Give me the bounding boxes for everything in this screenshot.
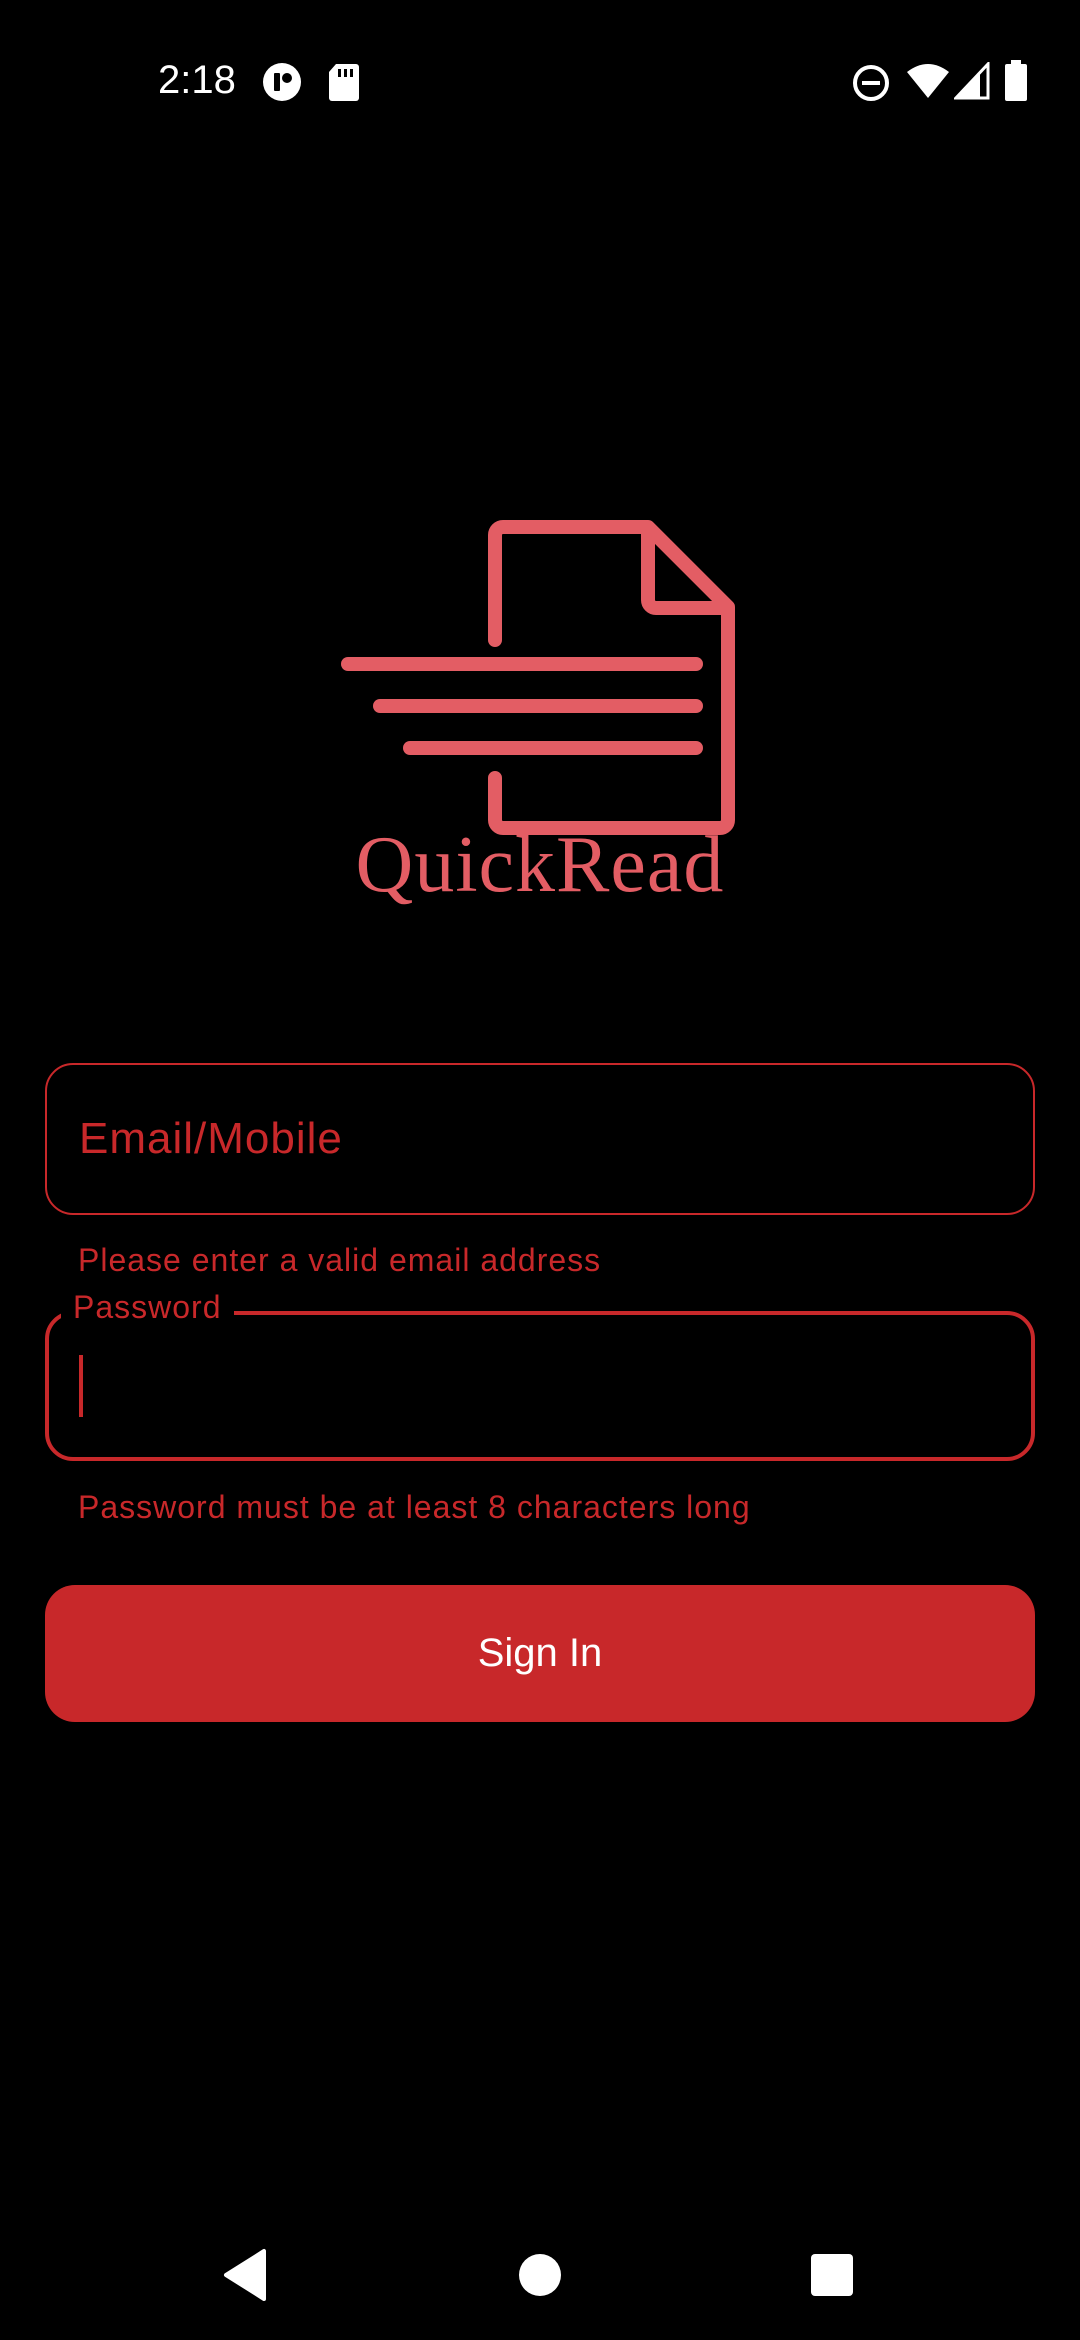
notification-app-icon bbox=[262, 62, 302, 107]
logo-text: QuickRead bbox=[355, 821, 725, 909]
back-icon bbox=[224, 2249, 266, 2301]
email-field[interactable]: Email/Mobile bbox=[45, 1063, 1035, 1215]
email-placeholder: Email/Mobile bbox=[79, 1114, 343, 1163]
recents-icon bbox=[811, 2254, 853, 2296]
sign-in-button[interactable]: Sign In bbox=[45, 1585, 1035, 1722]
back-button[interactable] bbox=[210, 2240, 280, 2310]
email-error-text: Please enter a valid email address bbox=[78, 1242, 602, 1278]
sd-card-icon bbox=[328, 62, 360, 107]
do-not-disturb-icon bbox=[852, 64, 890, 107]
document-icon bbox=[341, 520, 735, 835]
password-field[interactable]: Password bbox=[45, 1289, 1035, 1461]
status-time: 2:18 bbox=[158, 58, 236, 102]
password-label: Password bbox=[61, 1289, 234, 1326]
home-button[interactable] bbox=[505, 2240, 575, 2310]
cell-signal-icon bbox=[952, 60, 990, 105]
recents-button[interactable] bbox=[797, 2240, 867, 2310]
battery-icon bbox=[1004, 60, 1028, 107]
text-cursor bbox=[79, 1355, 83, 1417]
password-error-text: Password must be at least 8 characters l… bbox=[78, 1489, 751, 1525]
status-bar: 2:18 bbox=[0, 0, 1080, 170]
home-icon bbox=[519, 2254, 561, 2296]
wifi-icon bbox=[906, 62, 950, 105]
